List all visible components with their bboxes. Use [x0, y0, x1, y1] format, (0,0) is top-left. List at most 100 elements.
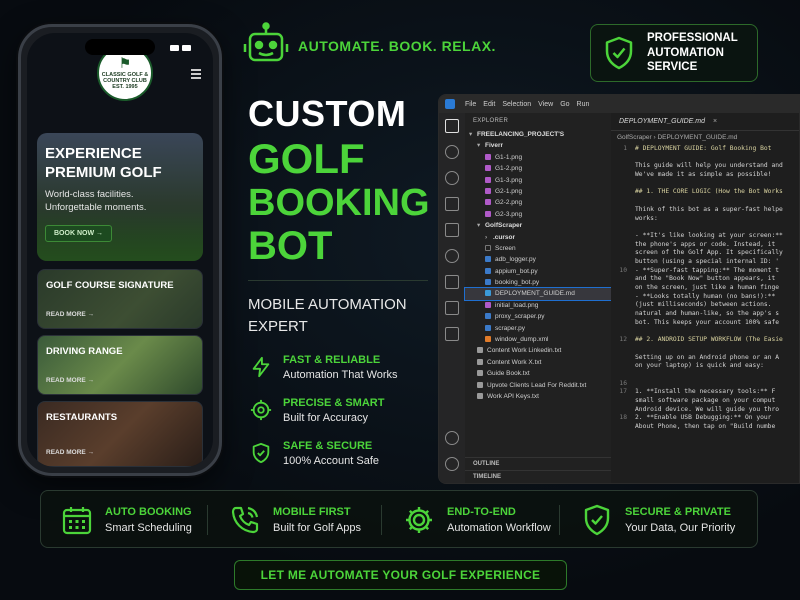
feature-subtitle: Your Data, Our Priority — [625, 522, 736, 534]
settings-gear-icon[interactable] — [445, 457, 459, 471]
tree-file[interactable]: appium_bot.py — [465, 266, 611, 277]
code-area[interactable]: 1 # DEPLOYMENT GUIDE: Golf Booking Bot Thi… — [611, 145, 799, 432]
tree-item-label: G1-1.png — [495, 153, 523, 161]
menu-run[interactable]: Run — [577, 101, 590, 108]
line-number — [611, 171, 635, 180]
card-restaurants[interactable]: RESTAURANTS READ MORE → — [37, 401, 203, 467]
feature-subtitle: Built for Accuracy — [283, 412, 368, 424]
explorer-sidebar: EXPLORER ▾ FREELANCING_PROJECT'S ▾ Fiverr G… — [464, 113, 612, 483]
source-control-icon[interactable] — [445, 171, 459, 185]
code-text: # DEPLOYMENT GUIDE: Golf Booking Bot — [635, 145, 772, 152]
run-debug-icon[interactable] — [445, 197, 459, 211]
tree-file[interactable]: Work API Keys.txt — [465, 391, 611, 402]
tree-file[interactable]: G1-1.png — [465, 152, 611, 163]
explorer-icon[interactable] — [445, 119, 459, 133]
card-driving-range[interactable]: DRIVING RANGE READ MORE → — [37, 335, 203, 395]
file-none-icon — [485, 244, 491, 251]
code-line: ## 1. THE CORE LOGIC (How the Bot Works — [611, 188, 799, 197]
tree-file[interactable]: G2-3.png — [465, 209, 611, 220]
code-line: button (using a special internal ID: ' — [611, 258, 799, 267]
tree-folder[interactable]: › .cursor — [465, 232, 611, 243]
code-line — [611, 180, 799, 189]
tree-file[interactable]: adb_logger.py — [465, 254, 611, 265]
feature-precise-smart: PRECISE & SMART Built for Accuracy — [250, 397, 384, 424]
editor-tab[interactable]: DEPLOYMENT_GUIDE.md × — [611, 113, 799, 131]
line-number — [611, 327, 635, 336]
project-folder[interactable]: ▾ FREELANCING_PROJECT'S — [465, 129, 611, 140]
hamburger-menu-icon[interactable] — [191, 69, 201, 81]
file-png-icon — [485, 301, 491, 308]
file-md-icon — [485, 290, 491, 297]
code-text: ## 1. THE CORE LOGIC (How the Bot Works — [635, 188, 783, 196]
close-icon[interactable]: × — [713, 118, 717, 125]
tree-file[interactable]: G1-3.png — [465, 175, 611, 186]
line-number — [611, 241, 635, 250]
line-number — [611, 197, 635, 206]
account-icon[interactable] — [445, 431, 459, 445]
tree-file[interactable]: G2-1.png — [465, 186, 611, 197]
chevron-down-icon: ▾ — [477, 142, 481, 150]
tree-file[interactable]: Upvote Clients Lead For Reddit.txt — [465, 380, 611, 391]
extensions-icon[interactable] — [445, 223, 459, 237]
line-number: 16 — [619, 379, 627, 387]
tree-file[interactable]: booking_bot.py — [465, 277, 611, 288]
tree-file[interactable]: Content Work Linkedin.txt — [465, 345, 611, 356]
tree-file[interactable]: initial_load.png — [465, 300, 611, 311]
card-golf-course[interactable]: GOLF COURSE SIGNATURE READ MORE → — [37, 269, 203, 329]
docker-icon[interactable] — [445, 327, 459, 341]
line-number: 12 — [619, 336, 627, 344]
line-number — [611, 371, 635, 380]
golf-flag-icon: ⚑ — [118, 55, 132, 72]
outline-section[interactable]: OUTLINE — [465, 457, 611, 470]
line-number — [611, 162, 635, 171]
read-more-link[interactable]: READ MORE → — [46, 311, 94, 318]
read-more-link[interactable]: READ MORE → — [46, 449, 94, 456]
book-now-button[interactable]: BOOK NOW → — [45, 225, 112, 242]
tree-item-label: G2-3.png — [495, 210, 523, 218]
tree-item-label: Content Work Linkedin.txt — [487, 347, 562, 355]
line-number — [611, 223, 635, 232]
tree-file[interactable]: DEPLOYMENT_GUIDE.md — [464, 287, 612, 301]
tree-folder[interactable]: ▾ GolfScraper — [465, 220, 611, 231]
tree-folder[interactable]: ▾ Fiverr — [465, 140, 611, 151]
code-text: the phone's apps or code. Instead, it — [635, 240, 776, 248]
menu-view[interactable]: View — [538, 101, 553, 108]
hero-subtitle: World-class facilities. Unforgettable mo… — [45, 189, 147, 213]
file-txt-icon — [477, 392, 483, 399]
python-icon[interactable] — [445, 301, 459, 315]
timeline-section[interactable]: TIMELINE — [465, 470, 611, 483]
tree-item-label: appium_bot.py — [495, 267, 538, 275]
separator — [559, 505, 560, 535]
code-line: on the screen, just like a human finge — [611, 284, 799, 293]
tree-item-label: proxy_scraper.py — [495, 313, 545, 321]
tree-file[interactable]: Screen — [465, 243, 611, 254]
file-py-icon — [485, 279, 491, 286]
read-more-link[interactable]: READ MORE → — [46, 377, 94, 384]
file-png-icon — [485, 210, 491, 217]
code-text: - **Looks totally human (no bans!):** — [635, 292, 776, 300]
testing-icon[interactable] — [445, 275, 459, 289]
tree-file[interactable]: proxy_scraper.py — [465, 311, 611, 322]
line-number — [611, 206, 635, 215]
search-icon[interactable] — [445, 145, 459, 159]
tree-file[interactable]: Guide Book.txt — [465, 368, 611, 379]
file-png-icon — [485, 153, 491, 160]
tree-file[interactable]: window_dump.xml — [465, 334, 611, 345]
phone-mockup: ⚑ CLASSIC GOLF & COUNTRY CLUB EST. 1995 … — [18, 24, 222, 476]
menu-selection[interactable]: Selection — [502, 101, 531, 108]
phone-icon — [231, 506, 259, 534]
code-text: (just milliseconds) between actions. — [635, 301, 772, 309]
remote-icon[interactable] — [445, 249, 459, 263]
tree-file[interactable]: Content Work X.txt — [465, 357, 611, 368]
tree-file[interactable]: G1-2.png — [465, 163, 611, 174]
tree-file[interactable]: scraper.py — [465, 323, 611, 334]
menu-file[interactable]: File — [465, 101, 476, 108]
line-number — [611, 232, 635, 241]
menu-edit[interactable]: Edit — [483, 101, 495, 108]
code-text: button (using a special internal ID: ' — [635, 257, 780, 265]
tree-file[interactable]: G2-2.png — [465, 197, 611, 208]
tree-item-label: Content Work X.txt — [487, 358, 542, 366]
cta-button[interactable]: LET ME AUTOMATE YOUR GOLF EXPERIENCE — [234, 560, 567, 590]
menu-go[interactable]: Go — [560, 101, 569, 108]
calendar-icon — [62, 507, 92, 535]
